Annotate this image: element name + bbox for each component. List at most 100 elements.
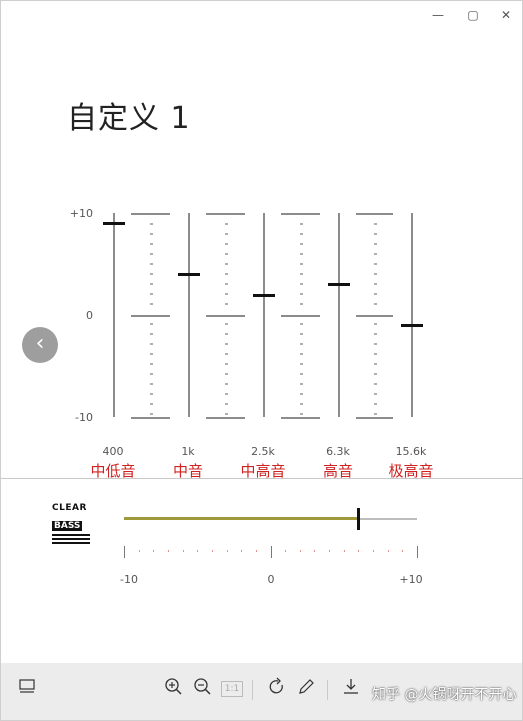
scale-dot bbox=[299, 233, 303, 235]
scale-dot bbox=[224, 323, 228, 325]
bass-scale-tick bbox=[124, 546, 125, 558]
scale-stub bbox=[206, 213, 245, 215]
scale-dot bbox=[373, 383, 377, 385]
titlebar: — ▢ ✕ bbox=[1, 1, 522, 29]
scale-dot bbox=[373, 353, 377, 355]
zoom-out-icon bbox=[194, 678, 211, 695]
scale-dot bbox=[299, 373, 303, 375]
logo-bar bbox=[52, 534, 90, 536]
scale-dot bbox=[149, 243, 153, 245]
scale-dot bbox=[149, 393, 153, 395]
scale-stub bbox=[356, 315, 393, 317]
scale-dot bbox=[224, 403, 228, 405]
eq-band-frequency: 2.5k bbox=[251, 445, 275, 458]
scale-dot bbox=[149, 413, 153, 415]
bass-scale-tick bbox=[417, 546, 418, 558]
zoom-out-button[interactable] bbox=[191, 677, 215, 701]
scale-dot bbox=[224, 243, 228, 245]
bass-scale-dot bbox=[358, 550, 359, 552]
logo-bar bbox=[52, 542, 90, 544]
scale-dot bbox=[224, 393, 228, 395]
eq-band-knob[interactable] bbox=[178, 273, 200, 277]
scale-stub bbox=[131, 315, 170, 317]
bass-scale-dot bbox=[402, 550, 403, 552]
equalizer: +10 0 -10 400 中低音 1k 中音 2.5k 中高音 6.3k 高音 15.6k 极高… bbox=[1, 201, 523, 481]
eq-band-knob[interactable] bbox=[328, 283, 350, 287]
scale-dot bbox=[149, 343, 153, 345]
zoom-in-button[interactable] bbox=[162, 677, 186, 701]
rotate-button[interactable] bbox=[265, 677, 289, 701]
eq-band-rail bbox=[411, 213, 413, 417]
divider bbox=[1, 478, 523, 479]
actual-size-label: 1:1 bbox=[220, 681, 244, 697]
clear-bass-slider[interactable] bbox=[124, 508, 417, 530]
close-button[interactable]: ✕ bbox=[494, 5, 518, 25]
bass-scale-dot bbox=[227, 550, 228, 552]
eq-band-knob[interactable] bbox=[253, 293, 275, 297]
eq-label-bottom: -10 bbox=[75, 411, 93, 424]
scale-dot bbox=[224, 343, 228, 345]
watermark-text: 知乎 @火锅呀开不开心 bbox=[372, 687, 517, 703]
bass-scale-dot bbox=[212, 550, 213, 552]
maximize-button[interactable]: ▢ bbox=[461, 5, 485, 25]
scale-dot bbox=[224, 373, 228, 375]
scale-dot bbox=[299, 283, 303, 285]
eq-band-rail bbox=[263, 213, 265, 417]
edit-button[interactable] bbox=[294, 677, 318, 701]
scale-dot bbox=[373, 373, 377, 375]
scale-dot bbox=[224, 223, 228, 225]
download-button[interactable] bbox=[339, 677, 363, 701]
scale-dot bbox=[299, 343, 303, 345]
scale-dot bbox=[149, 373, 153, 375]
clear-bass-scale bbox=[124, 546, 418, 560]
bass-scale-dot bbox=[314, 550, 315, 552]
bass-label-min: -10 bbox=[120, 573, 138, 586]
scale-dot bbox=[224, 283, 228, 285]
bass-scale-tick bbox=[271, 546, 272, 558]
scale-stub bbox=[281, 315, 320, 317]
toolbar-separator bbox=[327, 680, 328, 700]
minimize-button[interactable]: — bbox=[426, 5, 450, 25]
bass-scale-dot bbox=[329, 550, 330, 552]
scale-dot bbox=[373, 273, 377, 275]
eq-band-knob[interactable] bbox=[401, 324, 423, 328]
scale-dot bbox=[299, 223, 303, 225]
scale-dot bbox=[373, 293, 377, 295]
eq-band-rail bbox=[188, 213, 190, 417]
bass-scale-dot bbox=[344, 550, 345, 552]
eq-band-knob[interactable] bbox=[103, 222, 125, 226]
thumbnail-toggle-button[interactable] bbox=[15, 677, 39, 701]
scale-dot bbox=[224, 413, 228, 415]
scale-dot bbox=[299, 263, 303, 265]
eq-band-frequency: 15.6k bbox=[395, 445, 427, 458]
scale-dot bbox=[373, 393, 377, 395]
eq-band-frequency: 1k bbox=[181, 445, 195, 458]
scale-dot bbox=[373, 303, 377, 305]
actual-size-button[interactable]: 1:1 bbox=[220, 677, 244, 701]
scale-dot bbox=[373, 363, 377, 365]
scale-dot bbox=[224, 303, 228, 305]
scale-dot bbox=[149, 403, 153, 405]
scale-dot bbox=[224, 293, 228, 295]
scale-dot bbox=[299, 253, 303, 255]
clear-bass-handle[interactable] bbox=[357, 508, 360, 530]
eq-band-frequency: 400 bbox=[102, 445, 124, 458]
scale-dot bbox=[373, 333, 377, 335]
bass-scale-dot bbox=[168, 550, 169, 552]
scale-stub bbox=[131, 213, 170, 215]
scale-dot bbox=[149, 303, 153, 305]
scale-dot bbox=[299, 333, 303, 335]
previous-image-button[interactable]: ‹ bbox=[22, 327, 58, 363]
scale-dot bbox=[373, 343, 377, 345]
scale-dot bbox=[373, 223, 377, 225]
bass-scale-dot bbox=[153, 550, 154, 552]
scale-dot bbox=[299, 393, 303, 395]
scale-dot bbox=[299, 293, 303, 295]
scale-dot bbox=[224, 273, 228, 275]
scale-dot bbox=[373, 253, 377, 255]
bass-scale-dot bbox=[373, 550, 374, 552]
bass-scale-dot bbox=[197, 550, 198, 552]
eq-band-frequency: 6.3k bbox=[326, 445, 350, 458]
scale-dot bbox=[149, 263, 153, 265]
eq-label-mid: 0 bbox=[86, 309, 93, 322]
